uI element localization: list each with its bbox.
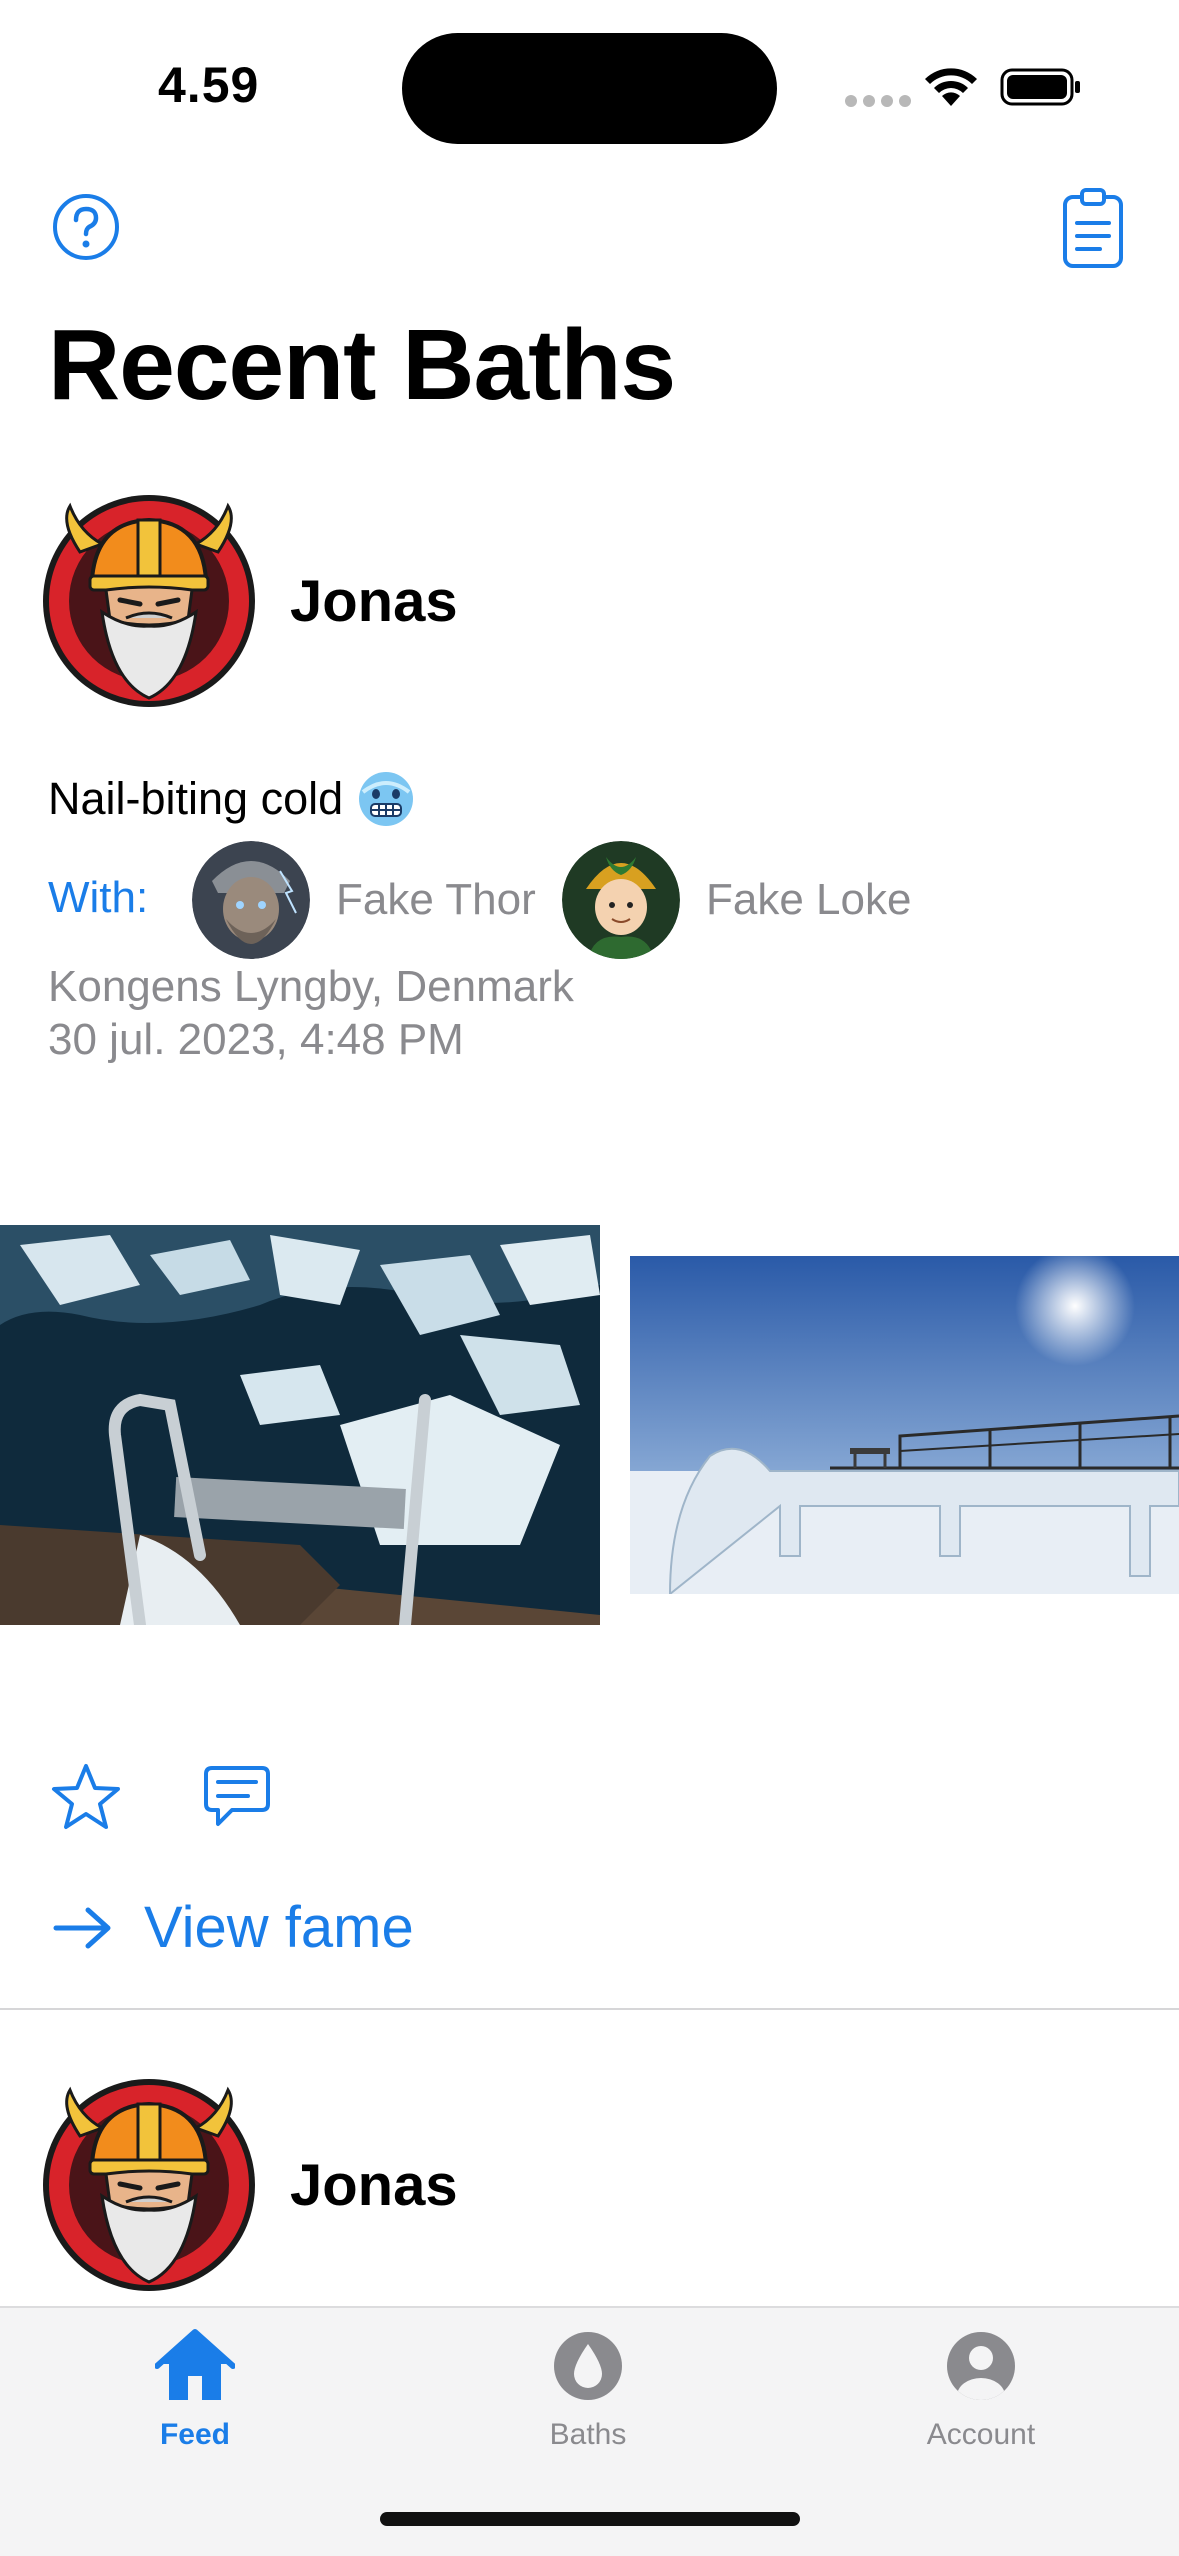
person-icon xyxy=(947,2332,1015,2400)
tab-feed[interactable]: Feed xyxy=(95,2326,295,2452)
home-indicator[interactable] xyxy=(380,2512,800,2526)
viking-avatar[interactable] xyxy=(40,2076,258,2294)
tab-bar: Feed Baths Account xyxy=(0,2306,1179,2556)
tab-account[interactable]: Account xyxy=(881,2326,1081,2452)
house-icon xyxy=(155,2329,235,2400)
tab-label: Baths xyxy=(549,2418,627,2451)
bath-post: Jonas xyxy=(0,0,1179,2306)
tab-baths[interactable]: Baths xyxy=(488,2326,688,2452)
tab-label: Account xyxy=(926,2418,1036,2451)
tab-label: Feed xyxy=(159,2418,231,2451)
drop-icon xyxy=(554,2332,622,2400)
author-name[interactable]: Jonas xyxy=(290,2152,458,2219)
